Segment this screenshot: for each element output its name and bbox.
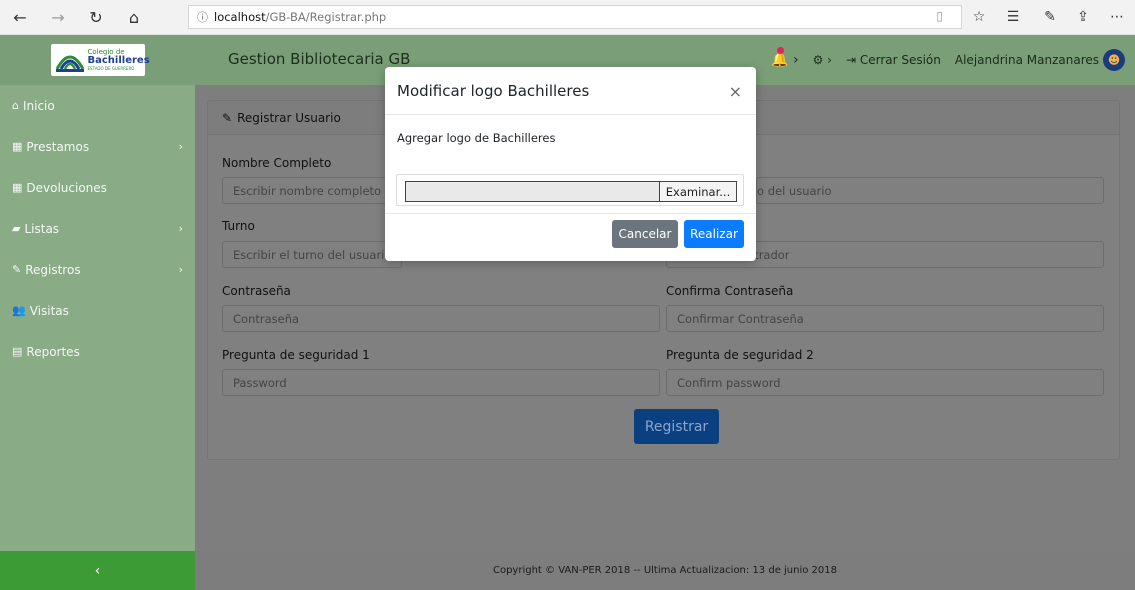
calendar-icon: ▦	[12, 181, 23, 194]
calendar-icon: ▦	[12, 140, 23, 153]
confirm-password-label: Confirma Contraseña	[666, 284, 794, 298]
browser-toolbar: ← → ↻ ⌂ ⓘ localhost/GB-BA/Registrar.php …	[0, 0, 1135, 35]
sidebar-item-visitas[interactable]: 👥 Visitas	[0, 290, 195, 331]
home-icon[interactable]: ⌂	[122, 6, 146, 28]
sidebar-item-label: Listas	[24, 221, 60, 236]
confirm-password-input[interactable]: Confirmar Contraseña	[666, 305, 1104, 332]
chevron-right-icon: ›	[178, 140, 183, 153]
address-bar[interactable]: ⓘ localhost/GB-BA/Registrar.php ▯	[188, 5, 962, 29]
site-info-icon[interactable]: ⓘ	[197, 9, 208, 25]
cancel-button[interactable]: Cancelar	[612, 220, 678, 248]
user-name: Alejandrina Manzanares	[954, 53, 1099, 67]
chevron-right-icon: ›	[178, 263, 183, 276]
favorite-icon[interactable]: ☆	[968, 6, 990, 28]
book-icon: ▰	[12, 222, 21, 235]
sidebar-collapse-button[interactable]: ‹	[0, 551, 195, 590]
home-icon: ⌂	[12, 99, 19, 112]
registrar-button[interactable]: Registrar	[634, 409, 719, 444]
nombre-input[interactable]: Escribir nombre completo	[222, 177, 402, 204]
chevron-right-icon: ›	[178, 222, 183, 235]
security-question-2-input[interactable]: Confirm password	[666, 369, 1104, 396]
sidebar-item-label: Registros	[25, 262, 81, 277]
security-question-1-label: Pregunta de seguridad 1	[222, 348, 370, 362]
logo-line3: ESTADO DE GUERRERO	[87, 66, 135, 71]
turno-input[interactable]: Escribir el turno del usuario	[222, 241, 402, 268]
logout-icon: ⇥	[845, 53, 860, 67]
pencil-icon: ✎	[222, 110, 233, 125]
back-icon[interactable]: ←	[8, 6, 32, 28]
logout-label: Cerrar Sesión	[859, 53, 941, 67]
usuario-input[interactable]: o del usuario	[756, 177, 1104, 204]
sidebar-item-devoluciones[interactable]: ▦ Devoluciones	[0, 167, 195, 208]
more-icon[interactable]: ⋯	[1106, 6, 1128, 28]
nombre-label: Nombre Completo	[222, 156, 332, 170]
sidebar-item-label: Inicio	[22, 98, 55, 113]
sidebar: ⌂ Inicio ▦ Prestamos › ▦ Devoluciones ▰ …	[0, 85, 195, 551]
reading-view-icon[interactable]: ▯	[936, 9, 943, 23]
security-question-2-label: Pregunta de seguridad 2	[666, 348, 814, 362]
notification-badge	[777, 47, 785, 54]
sidebar-item-inicio[interactable]: ⌂ Inicio	[0, 85, 195, 126]
card-title: Registrar Usuario	[237, 110, 341, 125]
sidebar-item-label: Reportes	[26, 344, 80, 359]
close-icon[interactable]: ×	[729, 82, 742, 101]
logout-link[interactable]: ⇥ Cerrar Sesión	[846, 53, 941, 67]
sidebar-item-label: Devoluciones	[26, 180, 107, 195]
sidebar-item-prestamos[interactable]: ▦ Prestamos ›	[0, 126, 195, 167]
sidebar-item-label: Visitas	[29, 303, 69, 318]
settings-gear-icon[interactable]: ⚙ ›	[813, 53, 832, 67]
sidebar-item-registros[interactable]: ✎ Registros ›	[0, 249, 195, 290]
password-input[interactable]: Contraseña	[222, 305, 660, 332]
refresh-icon[interactable]: ↻	[84, 6, 108, 28]
url-host: localhost	[214, 10, 266, 24]
modal-footer-divider	[385, 213, 756, 214]
share-icon[interactable]: ⇪	[1072, 6, 1094, 28]
logo-line2: Bachilleres	[87, 55, 150, 66]
bachilleres-logo[interactable]: Colegio de Bachilleres ESTADO DE GUERRER…	[50, 44, 150, 76]
file-path-field[interactable]	[405, 181, 660, 202]
page-footer: Copyright © VAN-PER 2018 -- Ultima Actua…	[195, 551, 1135, 590]
user-menu[interactable]: Alejandrina Manzanares ☻	[955, 49, 1125, 71]
realizar-button[interactable]: Realizar	[684, 220, 744, 248]
notifications-bell-icon[interactable]: 🔔 ›	[771, 47, 799, 68]
file-input-wrapper: Examinar...	[396, 174, 744, 206]
pen-icon[interactable]: ✎	[1039, 6, 1061, 28]
app-title: Gestion Bibliotecaria GB	[228, 50, 411, 68]
sidebar-item-reportes[interactable]: ▤ Reportes	[0, 331, 195, 372]
modal-title: Modificar logo Bachilleres	[397, 81, 590, 100]
users-icon: 👥	[12, 304, 26, 317]
favorites-hub-icon[interactable]: ☰	[1002, 6, 1024, 28]
sidebar-item-listas[interactable]: ▰ Listas ›	[0, 208, 195, 249]
password-label: Contraseña	[222, 284, 291, 298]
url-path: /GB-BA/Registrar.php	[265, 10, 387, 24]
edit-icon: ✎	[12, 263, 22, 276]
turno-label: Turno	[222, 219, 255, 233]
header-actions: 🔔 › ⚙ › ⇥ Cerrar Sesión Alejandrina Manz…	[771, 35, 1125, 85]
logo-mark-icon	[55, 47, 85, 73]
security-question-1-input[interactable]: Password	[222, 369, 660, 396]
avatar: ☻	[1103, 49, 1125, 71]
logo-area: Colegio de Bachilleres ESTADO DE GUERRER…	[0, 35, 195, 85]
modal-body-text: Agregar logo de Bachilleres	[397, 131, 556, 145]
forward-icon[interactable]: →	[46, 6, 70, 28]
sidebar-item-label: Prestamos	[26, 139, 90, 154]
browse-file-button[interactable]: Examinar...	[659, 181, 737, 202]
file-icon: ▤	[12, 345, 23, 358]
modify-logo-modal: Modificar logo Bachilleres × Agregar log…	[385, 67, 756, 261]
modal-header: Modificar logo Bachilleres ×	[385, 67, 756, 115]
